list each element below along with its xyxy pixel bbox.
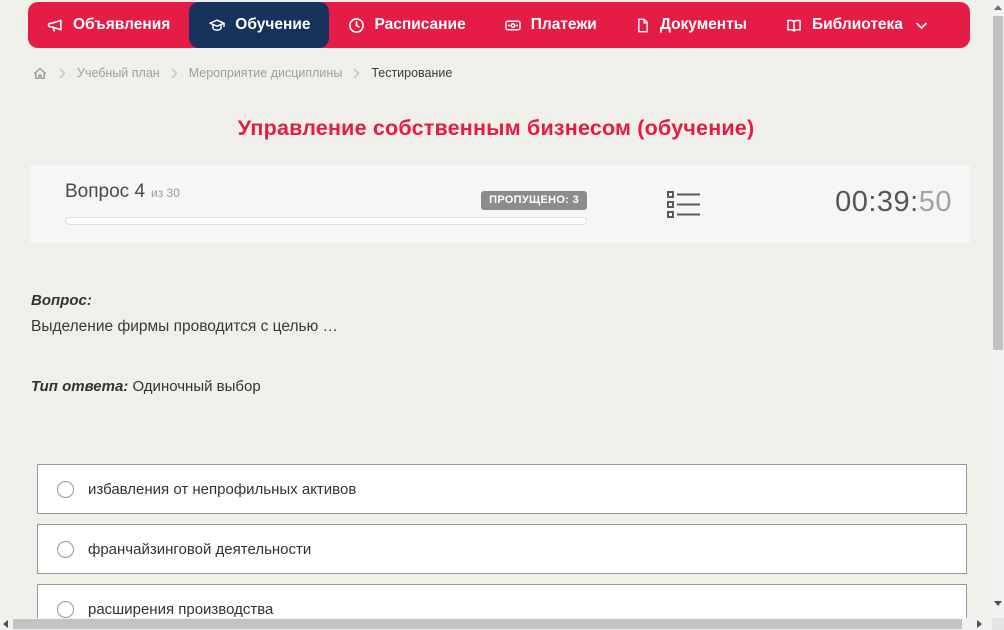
- skipped-badge: ПРОПУЩЕНО: 3: [481, 191, 587, 210]
- timer-elapsed: 00:39:: [835, 186, 919, 218]
- clock-icon: [349, 17, 365, 33]
- breadcrumb-separator-icon: [353, 67, 360, 79]
- scroll-right-arrow[interactable]: [977, 620, 982, 628]
- chevron-down-icon: [916, 22, 927, 30]
- question-of-total: из 30: [151, 186, 180, 200]
- graduation-cap-icon: [209, 18, 226, 31]
- nav-item-payments[interactable]: Платежи: [485, 2, 616, 48]
- megaphone-icon: [47, 19, 62, 32]
- scroll-up-arrow[interactable]: [994, 5, 1002, 10]
- radio-button[interactable]: [57, 480, 74, 498]
- nav-item-label: Обучение: [235, 16, 311, 33]
- scrollbar-corner: [992, 618, 1004, 630]
- nav-item-library[interactable]: Библиотека: [766, 2, 946, 48]
- horizontal-scrollbar[interactable]: [0, 618, 992, 630]
- question-number: Вопрос 4: [65, 181, 146, 202]
- scroll-left-arrow[interactable]: [3, 620, 8, 628]
- question-list-button[interactable]: [667, 191, 701, 223]
- book-icon: [787, 19, 801, 32]
- answer-option-2[interactable]: франчайзинговой деятельности: [37, 524, 967, 574]
- breadcrumb-separator-icon: [171, 67, 178, 79]
- timer-seconds: 50: [918, 186, 952, 218]
- document-icon: [637, 18, 648, 32]
- question-progress-bar: [65, 217, 587, 225]
- nav-item-label: Расписание: [374, 16, 466, 33]
- answer-option-label: избавления от непрофильных активов: [88, 480, 357, 498]
- nav-item-label: Платежи: [530, 16, 597, 33]
- main-navbar: Объявления Обучение Расписание Платежи Д…: [28, 2, 970, 48]
- answer-option-label: расширения производства: [88, 600, 274, 618]
- answer-type-label: Тип ответа:: [31, 378, 129, 395]
- scroll-down-arrow[interactable]: [994, 601, 1002, 606]
- nav-item-label: Библиотека: [812, 16, 903, 33]
- breadcrumb-item-testing: Тестирование: [371, 66, 453, 80]
- vertical-scrollbar[interactable]: [992, 0, 1004, 618]
- answer-options: избавления от непрофильных активов франч…: [37, 464, 967, 630]
- question-progress-block: Вопрос 4 из 30 ПРОПУЩЕНО: 3: [65, 165, 587, 243]
- nav-item-label: Объявления: [73, 16, 171, 33]
- question-heading: Вопрос:: [31, 292, 92, 309]
- banknote-icon: [504, 20, 521, 30]
- breadcrumb-item-curriculum[interactable]: Учебный план: [77, 66, 160, 80]
- nav-item-announcements[interactable]: Объявления: [28, 2, 189, 48]
- breadcrumb-item-discipline-event[interactable]: Мероприятие дисциплины: [189, 66, 343, 80]
- question-header-panel: Вопрос 4 из 30 ПРОПУЩЕНО: 3 00:39:50: [30, 165, 970, 243]
- answer-type-line: Тип ответа: Одиночный выбор: [31, 378, 261, 395]
- answer-type-value: Одиночный выбор: [132, 378, 261, 395]
- breadcrumb: Учебный план Мероприятие дисциплины Тест…: [32, 64, 452, 82]
- question-counter: Вопрос 4 из 30: [65, 181, 180, 203]
- answer-option-label: франчайзинговой деятельности: [88, 540, 312, 558]
- radio-button[interactable]: [57, 540, 74, 558]
- answer-option-1[interactable]: избавления от непрофильных активов: [37, 464, 967, 514]
- page-title: Управление собственным бизнесом (обучени…: [237, 116, 755, 140]
- nav-item-documents[interactable]: Документы: [616, 2, 766, 48]
- question-text: Выделение фирмы проводится с целью …: [31, 318, 339, 335]
- radio-button[interactable]: [57, 600, 74, 618]
- list-icon: [667, 191, 700, 218]
- countdown-timer: 00:39:50: [835, 186, 952, 219]
- nav-item-label: Документы: [659, 16, 747, 33]
- vertical-scrollbar-thumb[interactable]: [993, 16, 1003, 350]
- nav-item-learning[interactable]: Обучение: [189, 2, 330, 48]
- home-icon[interactable]: [32, 66, 48, 81]
- horizontal-scrollbar-thumb[interactable]: [13, 619, 962, 629]
- breadcrumb-separator-icon: [59, 67, 66, 79]
- nav-item-schedule[interactable]: Расписание: [329, 2, 484, 48]
